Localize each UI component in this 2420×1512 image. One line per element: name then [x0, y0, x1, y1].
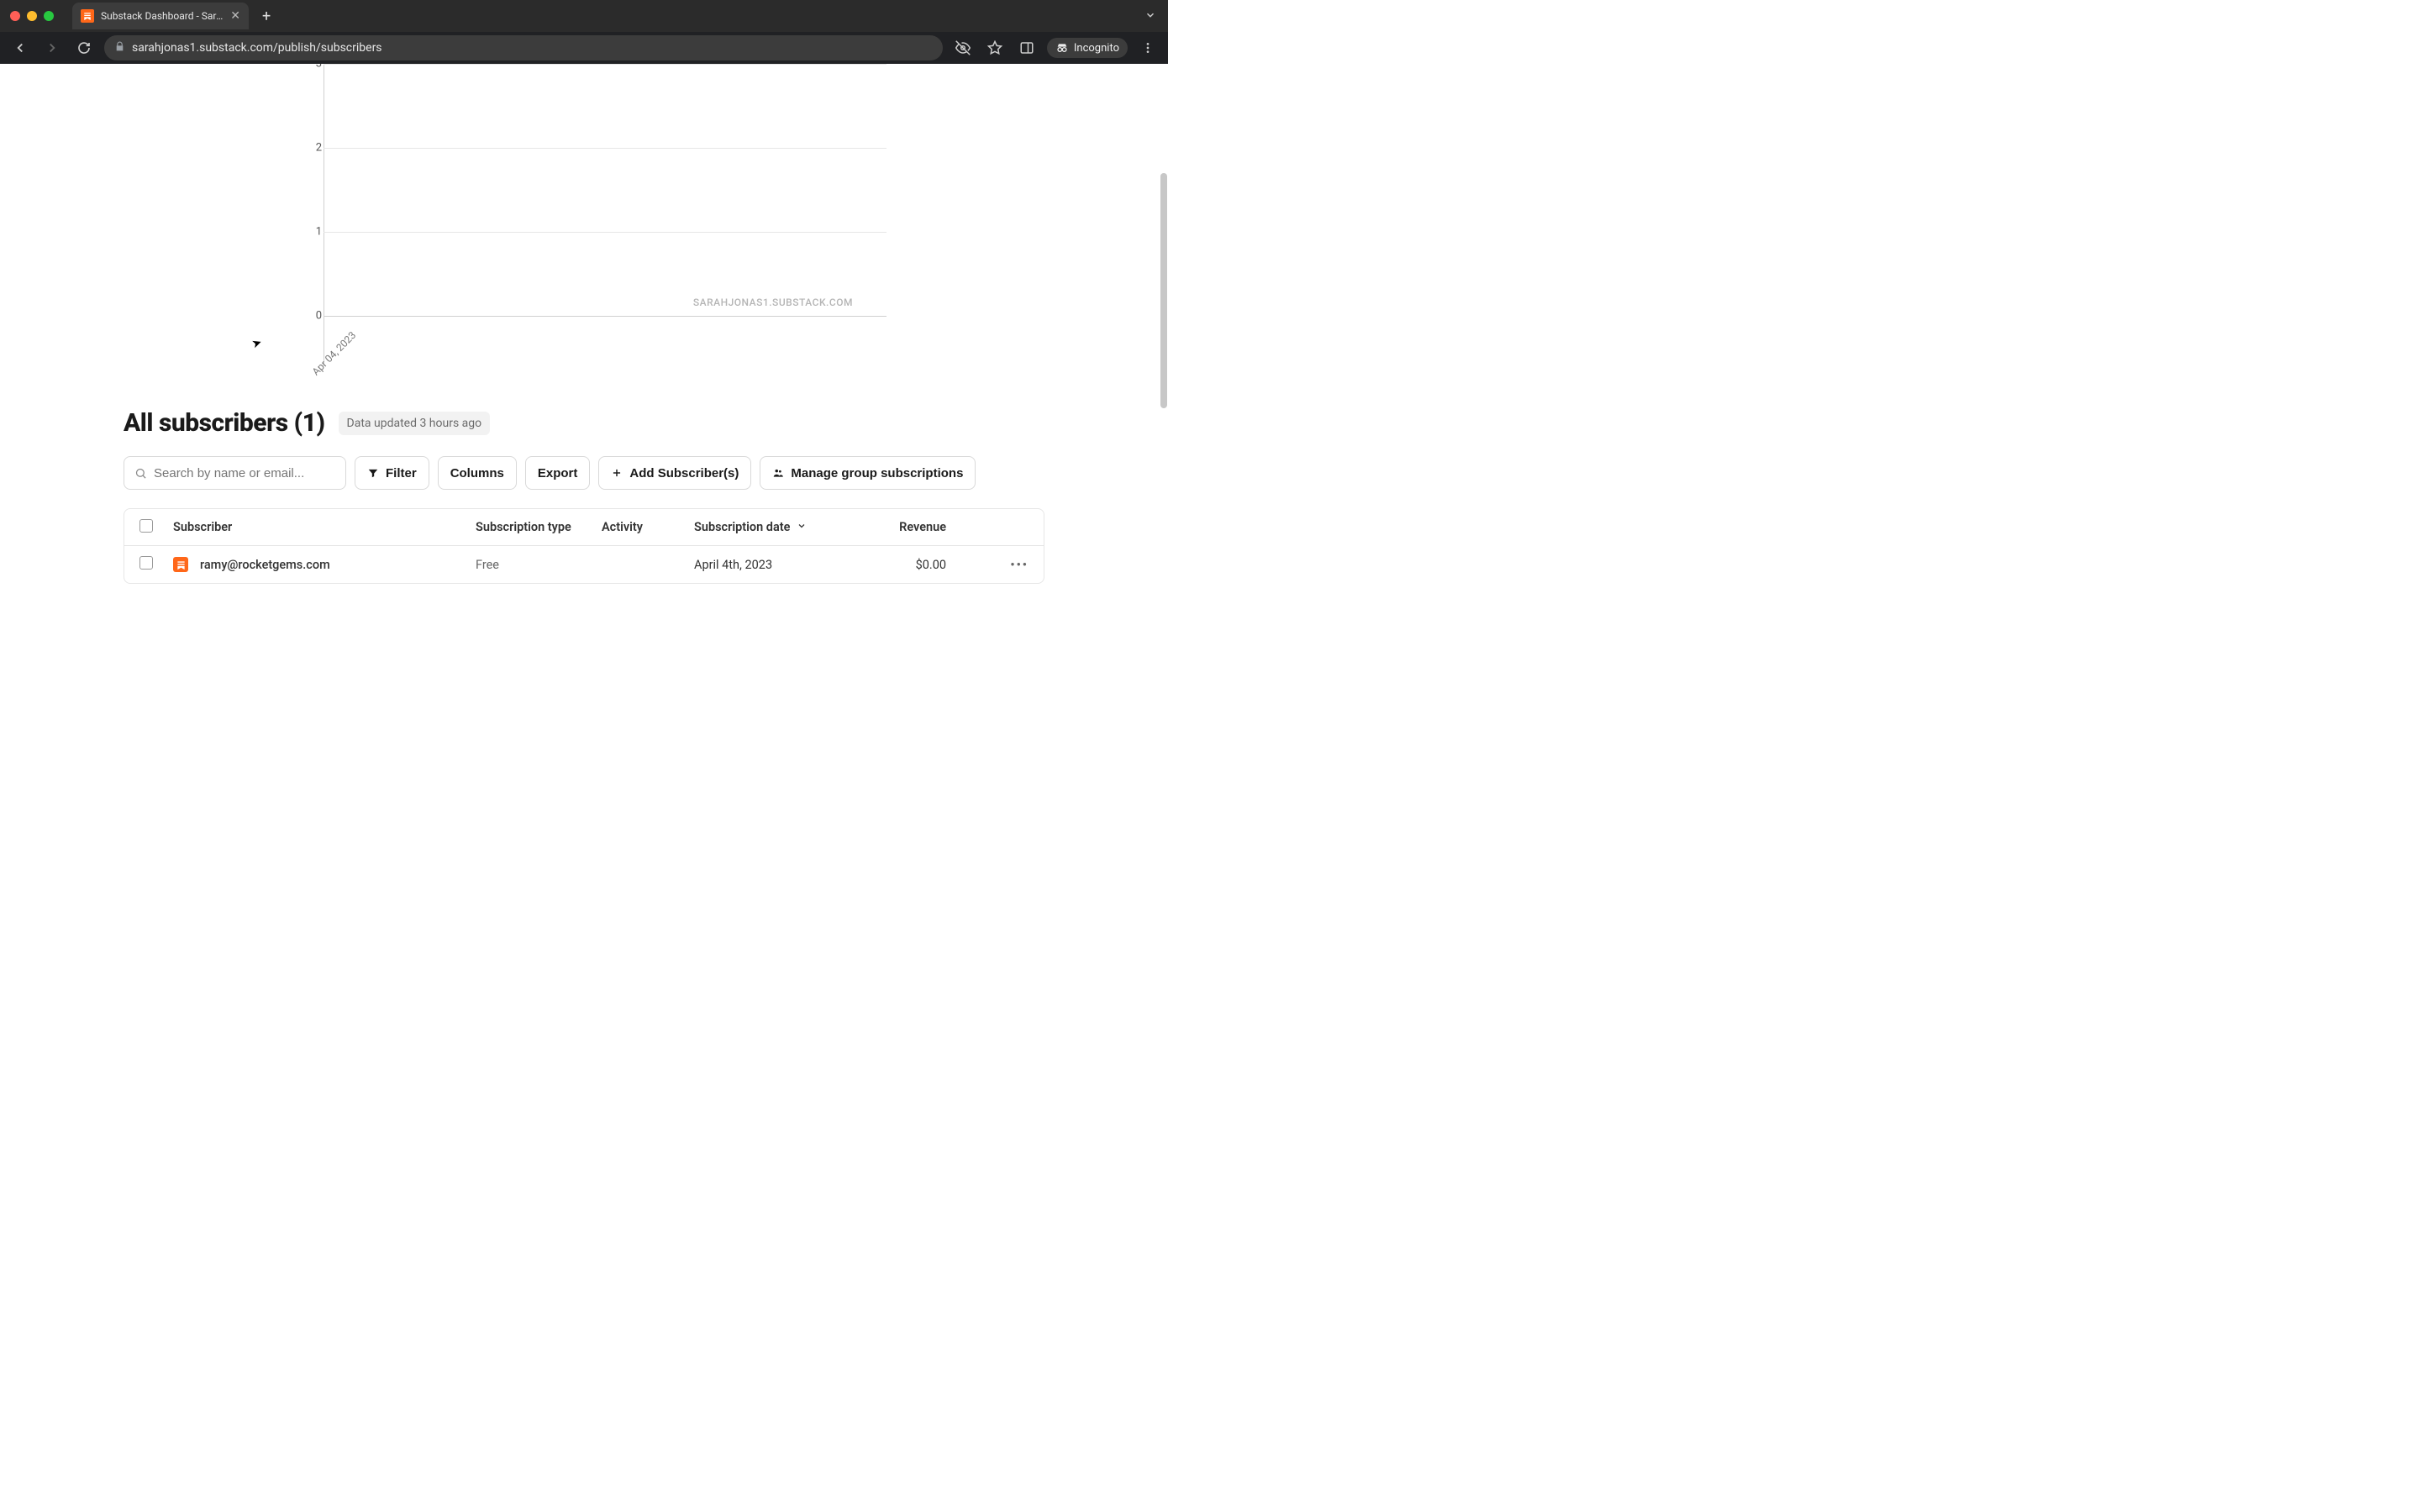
- col-subscription-type[interactable]: Subscription type: [476, 520, 602, 534]
- incognito-label: Incognito: [1074, 42, 1119, 55]
- lock-icon: [114, 41, 125, 55]
- subscribers-toolbar: Filter Columns Export Add Subscriber(s) …: [124, 456, 1044, 490]
- reload-button[interactable]: [72, 36, 96, 60]
- kebab-menu-icon[interactable]: [1136, 36, 1160, 60]
- columns-label: Columns: [450, 466, 504, 480]
- export-button[interactable]: Export: [525, 456, 591, 490]
- chart-gridline: [324, 64, 886, 65]
- updated-badge: Data updated 3 hours ago: [339, 412, 491, 435]
- chart-y-tick: 1: [305, 226, 322, 239]
- window-minimize-icon[interactable]: [27, 11, 37, 21]
- row-date: April 4th, 2023: [694, 558, 854, 572]
- new-tab-button[interactable]: +: [262, 8, 271, 25]
- back-button[interactable]: [8, 36, 32, 60]
- table-row[interactable]: ramy@rocketgems.com Free April 4th, 2023…: [124, 546, 1044, 583]
- table-header-row: Subscriber Subscription type Activity Su…: [124, 509, 1044, 546]
- chart-watermark: SARAHJONAS1.SUBSTACK.COM: [693, 297, 853, 308]
- search-input[interactable]: [124, 456, 346, 490]
- row-subscriber-cell: ramy@rocketgems.com: [173, 557, 476, 572]
- subscribers-section: All subscribers (1) Data updated 3 hours…: [124, 408, 1044, 584]
- section-title: All subscribers (1): [124, 408, 325, 438]
- select-all-checkbox[interactable]: [139, 519, 153, 533]
- filter-icon: [367, 467, 379, 479]
- col-subscription-date[interactable]: Subscription date: [694, 520, 854, 534]
- search-icon: [134, 467, 147, 480]
- chart-x-tick: Apr 04, 2023: [310, 329, 359, 378]
- col-date-label: Subscription date: [694, 520, 790, 534]
- window-close-icon[interactable]: [10, 11, 20, 21]
- manage-groups-label: Manage group subscriptions: [791, 466, 963, 480]
- row-revenue: $0.00: [854, 558, 946, 572]
- plus-icon: [611, 467, 623, 479]
- panel-icon[interactable]: [1015, 36, 1039, 60]
- substack-avatar-icon: [173, 557, 188, 572]
- browser-right-icons: Incognito: [951, 36, 1160, 60]
- chart-y-tick: 3: [305, 64, 322, 71]
- tab-title: Substack Dashboard - Sarah's: [101, 10, 224, 22]
- select-all-cell: [139, 519, 173, 536]
- subscribers-table: Subscriber Subscription type Activity Su…: [124, 508, 1044, 584]
- users-icon: [772, 467, 784, 479]
- filter-label: Filter: [386, 466, 417, 480]
- manage-groups-button[interactable]: Manage group subscriptions: [760, 456, 976, 490]
- chevron-down-icon: [797, 520, 807, 534]
- address-bar: sarahjonas1.substack.com/publish/subscri…: [0, 32, 1168, 64]
- tab-bar: Substack Dashboard - Sarah's ✕ +: [0, 0, 1168, 32]
- substack-favicon-icon: [81, 9, 94, 23]
- url-text: sarahjonas1.substack.com/publish/subscri…: [132, 41, 382, 55]
- incognito-badge[interactable]: Incognito: [1047, 38, 1128, 58]
- filter-button[interactable]: Filter: [355, 456, 429, 490]
- chart-gridline: [324, 232, 886, 233]
- chart-y-tick: 2: [305, 142, 322, 155]
- subscriber-chart: 3 2 1 0 Apr 04, 2023 SARAHJONAS1.SUBSTAC…: [298, 64, 886, 383]
- search-field[interactable]: [154, 466, 335, 480]
- scrollbar-thumb[interactable]: [1160, 173, 1167, 408]
- chart-y-tick: 0: [305, 310, 322, 323]
- star-icon[interactable]: [983, 36, 1007, 60]
- col-revenue[interactable]: Revenue: [854, 520, 946, 534]
- add-subscriber-button[interactable]: Add Subscriber(s): [598, 456, 751, 490]
- col-activity[interactable]: Activity: [602, 520, 694, 534]
- page-content: 3 2 1 0 Apr 04, 2023 SARAHJONAS1.SUBSTAC…: [0, 64, 1168, 729]
- columns-button[interactable]: Columns: [438, 456, 517, 490]
- export-label: Export: [538, 466, 578, 480]
- chart-gridline: [324, 148, 886, 149]
- col-subscriber[interactable]: Subscriber: [173, 520, 476, 534]
- mouse-cursor-icon: ➤: [250, 335, 264, 351]
- url-field[interactable]: sarahjonas1.substack.com/publish/subscri…: [104, 35, 943, 60]
- window-maximize-icon[interactable]: [44, 11, 54, 21]
- browser-chrome: Substack Dashboard - Sarah's ✕ + sarahjo…: [0, 0, 1168, 64]
- tab-close-icon[interactable]: ✕: [230, 9, 240, 23]
- chart-baseline: [324, 316, 886, 317]
- browser-tab[interactable]: Substack Dashboard - Sarah's ✕: [72, 3, 249, 29]
- tabs-overflow-icon[interactable]: [1144, 8, 1156, 24]
- row-checkbox[interactable]: [139, 556, 153, 570]
- row-type: Free: [476, 558, 602, 572]
- forward-button[interactable]: [40, 36, 64, 60]
- section-header: All subscribers (1) Data updated 3 hours…: [124, 408, 1044, 438]
- row-menu-cell: •••: [946, 558, 1028, 572]
- row-actions-menu[interactable]: •••: [1010, 558, 1028, 572]
- eye-off-icon[interactable]: [951, 36, 975, 60]
- row-email: ramy@rocketgems.com: [200, 558, 330, 572]
- row-check-cell: [139, 556, 173, 573]
- add-subscriber-label: Add Subscriber(s): [629, 466, 739, 480]
